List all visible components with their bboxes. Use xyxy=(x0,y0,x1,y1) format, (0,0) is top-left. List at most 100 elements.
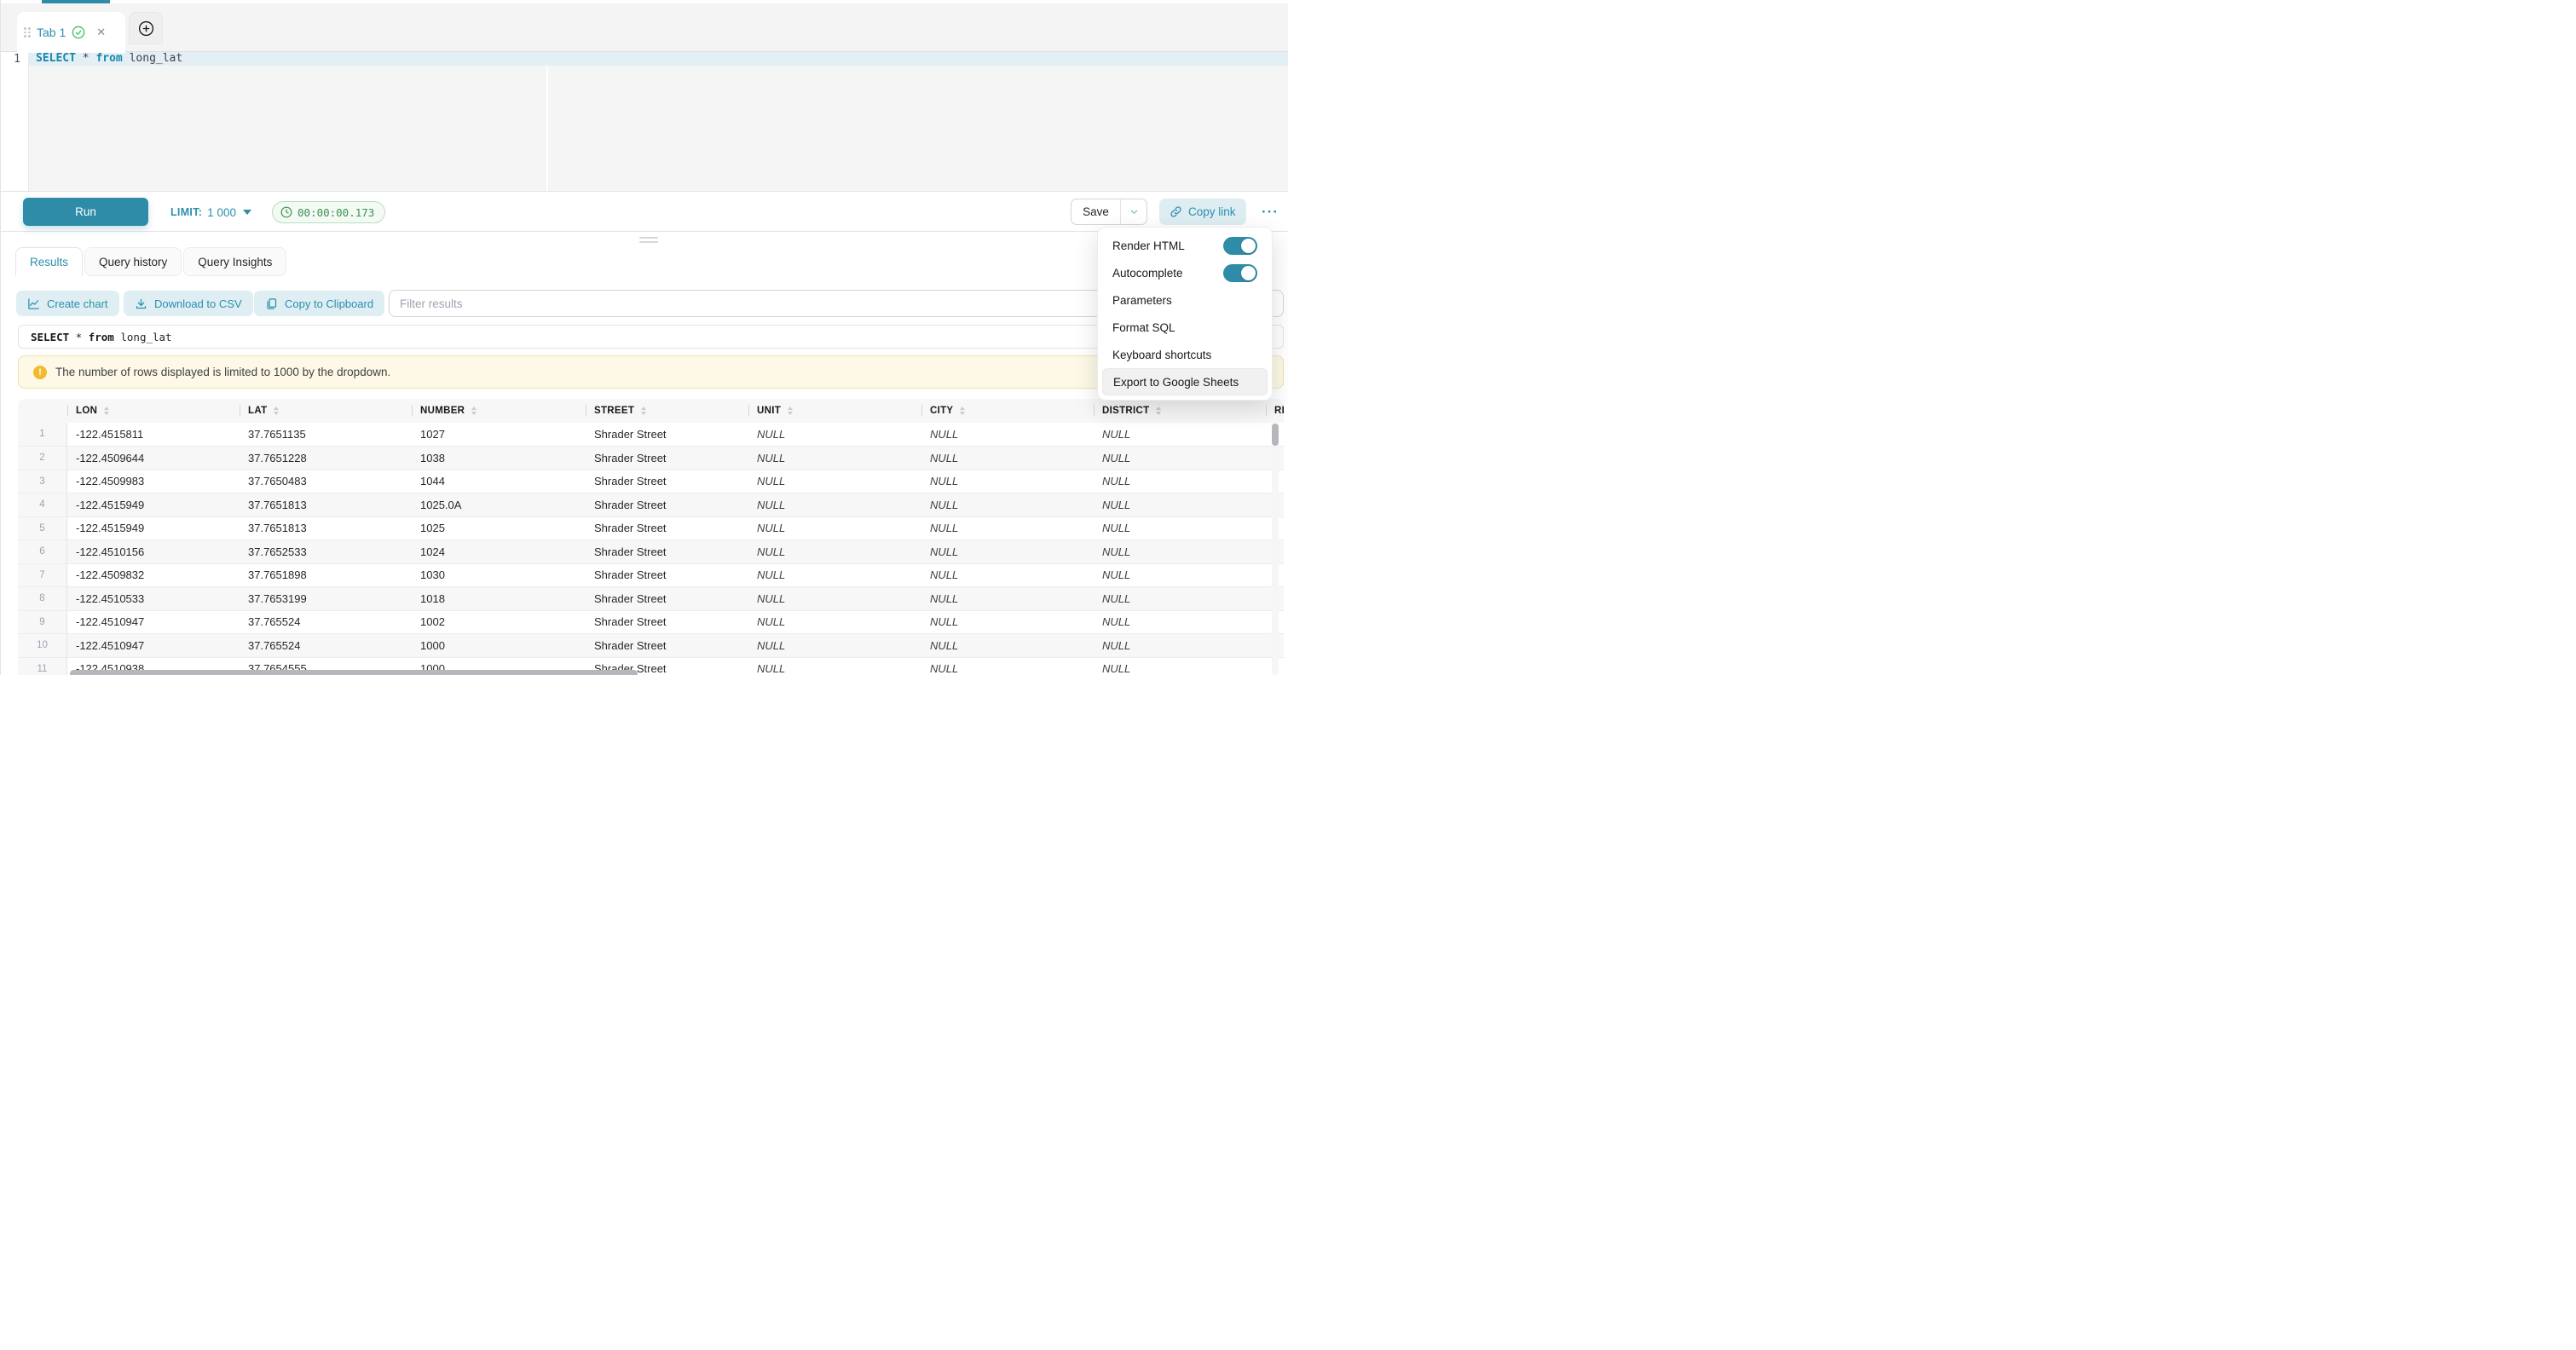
limit-dropdown[interactable]: LIMIT: 1 000 xyxy=(170,192,251,233)
column-header-unit[interactable]: UNIT xyxy=(748,399,921,423)
run-button[interactable]: Run xyxy=(23,198,148,226)
link-icon xyxy=(1170,205,1182,218)
column-header-label: CITY xyxy=(930,406,953,416)
copy-clipboard-button[interactable]: Copy to Clipboard xyxy=(254,291,384,316)
download-csv-button[interactable]: Download to CSV xyxy=(124,291,253,316)
table-cell: Shrader Street xyxy=(586,493,748,516)
table-row[interactable]: 2-122.450964437.76512281038Shrader Stree… xyxy=(18,446,1284,470)
toggle-knob xyxy=(1241,239,1256,253)
row-number: 1 xyxy=(18,423,67,447)
column-header-lon[interactable]: LON xyxy=(67,399,240,423)
row-number: 3 xyxy=(18,470,67,493)
table-cell: 1018 xyxy=(412,587,586,610)
table-row[interactable]: 7-122.450983237.76518981030Shrader Stree… xyxy=(18,563,1284,587)
run-toolbar: Run LIMIT: 1 000 00:00:00.173 Save xyxy=(1,191,1288,232)
sort-icon[interactable] xyxy=(1156,407,1161,415)
more-options-button[interactable]: ··· xyxy=(1256,199,1285,225)
table-cell: NULL xyxy=(748,493,921,516)
close-tab-icon[interactable]: ✕ xyxy=(96,26,106,39)
table-cell: NULL xyxy=(921,564,1094,587)
panel-resize-handle[interactable] xyxy=(639,237,658,245)
table-cell: NULL xyxy=(921,517,1094,540)
executed-query-bar: SELECT * from long_lat xyxy=(18,325,1284,349)
options-menu: Render HTML Autocomplete Parameters Format … xyxy=(1097,227,1273,401)
query-tab-1[interactable]: Tab 1 ✕ xyxy=(17,12,125,53)
table-cell: 1044 xyxy=(412,470,586,493)
table-cell: 37.765524 xyxy=(240,611,412,634)
sort-icon[interactable] xyxy=(788,407,793,415)
table-cell: NULL xyxy=(1094,634,1266,657)
column-header-city[interactable]: CITY xyxy=(921,399,1094,423)
table-cell: -122.4509983 xyxy=(67,470,240,493)
sort-icon[interactable] xyxy=(104,407,109,415)
results-tab-strip: ResultsQuery historyQuery Insights xyxy=(15,247,286,276)
sql-text: long_lat xyxy=(114,331,172,343)
table-cell: 37.7651898 xyxy=(240,564,412,587)
sort-icon[interactable] xyxy=(274,407,279,415)
new-tab-button[interactable] xyxy=(129,12,163,44)
tab-query-history[interactable]: Query history xyxy=(84,247,182,276)
column-header-re[interactable]: RE xyxy=(1266,399,1284,423)
table-row[interactable]: 1-122.451581137.76511351027Shrader Stree… xyxy=(18,423,1284,447)
vertical-scrollbar-thumb[interactable] xyxy=(1272,424,1279,446)
table-cell: NULL xyxy=(748,447,921,470)
vertical-scrollbar-track[interactable] xyxy=(1272,424,1279,676)
table-row[interactable]: 6-122.451015637.76525331024Shrader Stree… xyxy=(18,539,1284,563)
menu-item-autocomplete[interactable]: Autocomplete xyxy=(1102,259,1268,286)
column-header-number[interactable]: NUMBER xyxy=(412,399,586,423)
create-chart-button[interactable]: Create chart xyxy=(16,291,119,316)
table-cell: NULL xyxy=(1094,517,1266,540)
table-cell: NULL xyxy=(748,564,921,587)
menu-item-render-html[interactable]: Render HTML xyxy=(1102,232,1268,259)
sql-keyword: SELECT xyxy=(31,331,69,343)
sort-icon[interactable] xyxy=(960,407,965,415)
editor-active-line[interactable]: SELECT * from long_lat xyxy=(29,52,1288,66)
table-cell: -122.4515949 xyxy=(67,517,240,540)
clock-icon xyxy=(280,206,292,218)
table-row[interactable]: 10-122.451094737.7655241000Shrader Stree… xyxy=(18,633,1284,657)
table-cell: 37.7651813 xyxy=(240,493,412,516)
column-header-street[interactable]: STREET xyxy=(586,399,748,423)
table-row[interactable]: 9-122.451094737.7655241002Shrader Street… xyxy=(18,610,1284,634)
menu-item-label: Render HTML xyxy=(1112,239,1185,252)
table-cell: NULL xyxy=(921,493,1094,516)
menu-item-export-to-google-sheets[interactable]: Export to Google Sheets xyxy=(1102,368,1268,395)
table-row[interactable]: 4-122.451594937.76518131025.0AShrader St… xyxy=(18,493,1284,516)
sql-text: * xyxy=(76,52,95,65)
copy-link-button[interactable]: Copy link xyxy=(1159,199,1246,225)
menu-item-label: Parameters xyxy=(1112,294,1172,307)
query-timer-badge: 00:00:00.173 xyxy=(272,201,385,223)
table-cell: -122.4510533 xyxy=(67,587,240,610)
table-row[interactable]: 5-122.451594937.76518131025Shrader Stree… xyxy=(18,516,1284,540)
table-cell: 1002 xyxy=(412,611,586,634)
table-cell: NULL xyxy=(921,611,1094,634)
table-cell: 1025 xyxy=(412,517,586,540)
save-split-button: Save xyxy=(1071,199,1147,225)
column-header-lat[interactable]: LAT xyxy=(240,399,412,423)
create-chart-label: Create chart xyxy=(47,297,108,310)
sort-icon[interactable] xyxy=(641,407,646,415)
table-cell: NULL xyxy=(748,517,921,540)
table-row[interactable]: 3-122.450998337.76504831044Shrader Stree… xyxy=(18,470,1284,493)
sql-editor[interactable]: SELECT * from long_lat 1 xyxy=(1,52,1288,191)
horizontal-scrollbar-thumb[interactable] xyxy=(70,670,638,675)
toggle-switch-on[interactable] xyxy=(1223,237,1257,255)
sort-icon[interactable] xyxy=(471,407,477,415)
menu-item-keyboard-shortcuts[interactable]: Keyboard shortcuts xyxy=(1102,341,1268,368)
tab-query-insights[interactable]: Query Insights xyxy=(183,247,286,276)
table-row[interactable]: 8-122.451053337.76531991018Shrader Stree… xyxy=(18,586,1284,610)
menu-item-format-sql[interactable]: Format SQL xyxy=(1102,314,1268,341)
toggle-switch-on[interactable] xyxy=(1223,264,1257,282)
table-cell: -122.4515811 xyxy=(67,423,240,447)
table-cell: Shrader Street xyxy=(586,517,748,540)
column-header-district[interactable]: DISTRICT xyxy=(1094,399,1266,423)
save-button[interactable]: Save xyxy=(1071,199,1120,224)
save-options-button[interactable] xyxy=(1120,199,1146,224)
check-circle-icon xyxy=(72,26,85,39)
tab-label: Tab 1 xyxy=(37,26,66,39)
limit-label: LIMIT: xyxy=(170,206,202,218)
drag-handle-icon[interactable] xyxy=(24,27,31,38)
tab-results[interactable]: Results xyxy=(15,247,83,276)
table-cell: 37.7651813 xyxy=(240,517,412,540)
menu-item-parameters[interactable]: Parameters xyxy=(1102,286,1268,314)
